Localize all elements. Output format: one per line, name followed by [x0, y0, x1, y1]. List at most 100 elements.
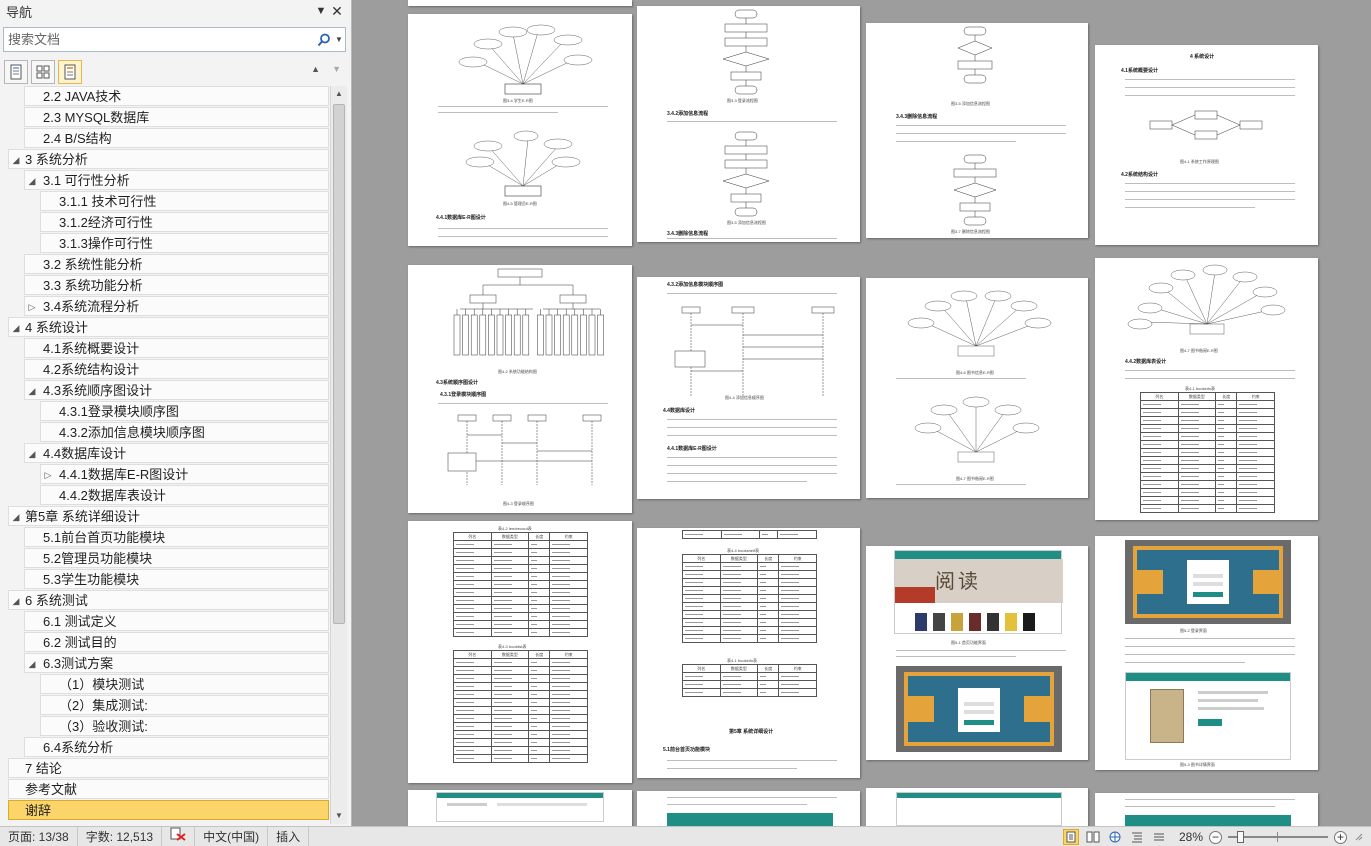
nav-heading-item[interactable]: 6.2 测试目的 [24, 632, 329, 652]
scroll-down-icon[interactable]: ▼ [331, 808, 347, 824]
nav-heading-item[interactable]: ▷ 4.4.1数据库E-R图设计 [40, 464, 329, 484]
nav-heading-item[interactable]: 2.2 JAVA技术 [24, 86, 329, 106]
zoom-in-button[interactable]: + [1334, 830, 1347, 844]
collapse-toggle-icon[interactable]: ◢ [26, 171, 38, 189]
nav-heading-item[interactable]: 参考文献 [8, 779, 329, 799]
zoom-level[interactable]: 28% [1173, 830, 1203, 844]
nav-heading-item[interactable]: 5.3学生功能模块 [24, 569, 329, 589]
page-row3-col3[interactable]: 阅读 图5-1 首页功能界面 [866, 546, 1088, 760]
nav-heading-item[interactable]: （1）模块测试 [40, 674, 329, 694]
thumbnails-view-icon[interactable] [31, 60, 55, 84]
zoom-knob[interactable] [1237, 831, 1244, 843]
collapse-toggle-icon[interactable]: ◢ [10, 507, 22, 525]
nav-heading-item[interactable]: （3）验收测试: [40, 716, 329, 736]
nav-heading-item[interactable]: ◢ 3 系统分析 [8, 149, 329, 169]
nav-heading-item[interactable]: ◢ 4.4数据库设计 [24, 443, 329, 463]
nav-heading-item[interactable]: （2）集成测试: [40, 695, 329, 715]
resize-grip-icon[interactable] [1353, 830, 1365, 844]
nav-heading-item[interactable]: 2.3 MYSQL数据库 [24, 107, 329, 127]
nav-heading-item[interactable]: 7 结论 [8, 758, 329, 778]
nav-heading-item[interactable]: 4.4.2数据库表设计 [40, 485, 329, 505]
nav-heading-item[interactable]: 3.1.2经济可行性 [40, 212, 329, 232]
search-input[interactable] [4, 28, 315, 51]
document-area[interactable]: 图3-4 学生E-R图 图4-5 管理员E-R图 4.4.1数据库E-R图设计 [353, 0, 1371, 826]
nav-heading-item[interactable]: 3.2 系统性能分析 [24, 254, 329, 274]
print-layout-view-icon[interactable] [1063, 829, 1079, 845]
page-row1-col4[interactable]: 4 系统设计 4.1系统概要设计 图4-1 系统工作原理图 4.2系统结构设计 [1095, 45, 1318, 245]
nav-heading-item[interactable]: 4.1系统概要设计 [24, 338, 329, 358]
collapse-toggle-icon[interactable]: ◢ [26, 654, 38, 672]
table-row [453, 706, 588, 715]
page-row3-col1[interactable]: 表4-2 lendrecord表 列名 数据类型 长度 约束 表4-3 booklis… [408, 521, 632, 783]
nav-heading-item[interactable]: 3.3 系统功能分析 [24, 275, 329, 295]
nav-close-icon[interactable]: ✕ [329, 3, 345, 20]
previous-heading-icon[interactable]: ▲ [311, 64, 320, 74]
word-count[interactable]: 字数: 12,513 [78, 826, 163, 846]
page-row4-col4[interactable] [1095, 793, 1318, 826]
collapse-toggle-icon[interactable]: ◢ [26, 381, 38, 399]
nav-scrollbar[interactable]: ▲ ▼ [330, 86, 347, 824]
nav-heading-item[interactable]: 谢辞 [8, 800, 329, 820]
page-row4-col2[interactable] [637, 791, 860, 826]
page-row2-col1[interactable]: 图4-2 系统功能结构图 4.3系统顺序图设计 4.3.1登录模块顺序图 图4-… [408, 265, 632, 513]
zoom-slider[interactable] [1228, 829, 1328, 845]
collapse-toggle-icon[interactable]: ◢ [10, 318, 22, 336]
table-row [682, 672, 817, 681]
insert-mode[interactable]: 插入 [268, 826, 310, 846]
nav-heading-item[interactable]: ◢ 3.1 可行性分析 [24, 170, 329, 190]
page-row2-col4[interactable]: 图4-7 图书借阅E-R图 4.4.2数据库表设计 表4-1 bookinfo表… [1095, 258, 1318, 520]
search-options-dropdown-icon[interactable]: ▼ [333, 35, 345, 44]
page-row1-col3[interactable]: 图3-5 添加信息流程图 3.4.3删除信息流程 图3-7 删除信息流程图 [866, 23, 1088, 238]
collapse-toggle-icon[interactable]: ◢ [10, 591, 22, 609]
expand-toggle-icon[interactable]: ▷ [42, 465, 54, 483]
language-status[interactable]: 中文(中国) [195, 826, 269, 846]
next-heading-icon[interactable]: ▼ [332, 64, 341, 74]
proofing-status[interactable] [162, 826, 196, 846]
nav-heading-item[interactable]: 4.3.2添加信息模块顺序图 [40, 422, 329, 442]
search-icon[interactable] [315, 30, 333, 50]
page-row2-col3[interactable]: 图4-6 图书信息E-R图 图4-7 图书借阅E-R图 [866, 278, 1088, 498]
nav-heading-item[interactable]: 3.1.1 技术可行性 [40, 191, 329, 211]
nav-heading-item[interactable]: 5.1前台首页功能模块 [24, 527, 329, 547]
table-cell [1177, 464, 1217, 473]
page-row3-col4[interactable]: 图5-2 登录界面 图5-3 图书详情界面 [1095, 536, 1318, 770]
nav-heading-item[interactable]: ◢ 6.3测试方案 [24, 653, 329, 673]
draft-view-icon[interactable] [1151, 829, 1167, 845]
table-cell [778, 618, 817, 627]
nav-heading-item[interactable]: ▷ 3.4系统流程分析 [24, 296, 329, 316]
nav-heading-item[interactable]: ◢ 6 系统测试 [8, 590, 329, 610]
zoom-out-button[interactable]: − [1209, 830, 1222, 844]
page-prev-1[interactable] [408, 0, 632, 6]
outline-view-icon[interactable] [1129, 829, 1145, 845]
scroll-thumb[interactable] [333, 104, 345, 624]
nav-heading-item[interactable]: ◢ 4.3系统顺序图设计 [24, 380, 329, 400]
collapse-toggle-icon[interactable]: ◢ [26, 444, 38, 462]
web-layout-view-icon[interactable] [1107, 829, 1123, 845]
page-row4-col3[interactable] [866, 788, 1088, 826]
page-row1-col1[interactable]: 图3-4 学生E-R图 图4-5 管理员E-R图 4.4.1数据库E-R图设计 [408, 14, 632, 246]
results-view-icon[interactable] [58, 60, 82, 84]
table-cell [453, 628, 492, 637]
page-count[interactable]: 页面: 13/38 [0, 826, 78, 846]
nav-heading-item[interactable]: ◢ 第5章 系统详细设计 [8, 506, 329, 526]
nav-heading-item[interactable]: 2.4 B/S结构 [24, 128, 329, 148]
expand-toggle-icon[interactable]: ▷ [26, 297, 38, 315]
nav-heading-item[interactable]: 6.4系统分析 [24, 737, 329, 757]
nav-heading-item[interactable]: 4.3.1登录模块顺序图 [40, 401, 329, 421]
page-row1-col2[interactable]: 图3-3 登录流程图 3.4.2添加信息流程 图3-5 添加信息流程图 3.4.… [637, 6, 860, 242]
collapse-toggle-icon[interactable]: ◢ [10, 150, 22, 168]
headings-view-icon[interactable] [4, 60, 28, 84]
scroll-up-icon[interactable]: ▲ [331, 86, 347, 102]
page-row3-col2[interactable]: 表4-4 bookshelf表 列名 数据类型 长度 约束 表4-1 bookinfo… [637, 528, 860, 778]
full-screen-reading-icon[interactable] [1085, 829, 1101, 845]
table-cell [778, 610, 817, 619]
nav-heading-item[interactable]: 4.2系统结构设计 [24, 359, 329, 379]
nav-heading-item[interactable]: ◢ 4 系统设计 [8, 317, 329, 337]
nav-heading-item[interactable]: 5.2管理员功能模块 [24, 548, 329, 568]
page-row2-col2[interactable]: 4.3.2添加信息模块顺序图 图4-4 添加信息顺序图 4.4数据库设计 4.4… [637, 277, 860, 499]
table-header-row: 列名 数据类型 长度 约束 [682, 554, 817, 563]
page-row4-col1[interactable] [408, 790, 632, 826]
nav-heading-item[interactable]: 3.1.3操作可行性 [40, 233, 329, 253]
nav-heading-item[interactable]: 6.1 测试定义 [24, 611, 329, 631]
nav-menu-dropdown-icon[interactable]: ▼ [313, 5, 329, 17]
